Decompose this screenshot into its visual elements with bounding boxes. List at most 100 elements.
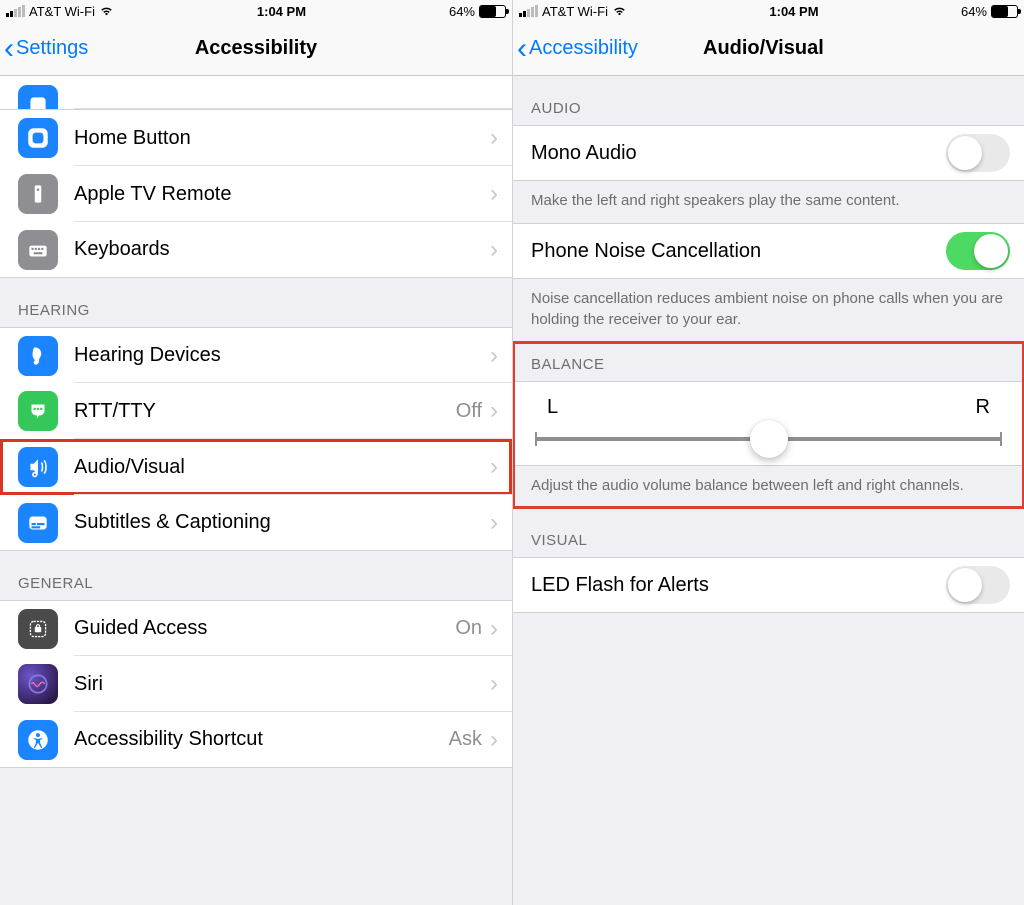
- row-label: Apple TV Remote: [74, 183, 490, 206]
- row-phone-noise-cancellation[interactable]: Phone Noise Cancellation: [513, 223, 1024, 279]
- footer-phone-noise: Noise cancellation reduces ambient noise…: [513, 279, 1024, 342]
- chevron-right-icon: ›: [490, 236, 498, 264]
- back-button[interactable]: ‹ Accessibility: [517, 34, 638, 64]
- audio-visual-icon: [18, 447, 58, 487]
- chevron-right-icon: ›: [490, 342, 498, 370]
- balance-left-label: L: [547, 396, 558, 419]
- toggle-led-flash[interactable]: [946, 566, 1010, 604]
- row-label: Subtitles & Captioning: [74, 511, 490, 534]
- chevron-left-icon: ‹: [4, 34, 14, 64]
- chevron-right-icon: ›: [490, 397, 498, 425]
- row-label: Keyboards: [74, 238, 490, 261]
- row-label: Hearing Devices: [74, 344, 490, 367]
- row-truncated[interactable]: [0, 76, 512, 110]
- nav-bar: ‹ Accessibility Audio/Visual: [513, 22, 1024, 76]
- balance-slider[interactable]: [535, 437, 1002, 441]
- row-siri[interactable]: Siri ›: [0, 656, 512, 712]
- guided-access-icon: [18, 609, 58, 649]
- phone-audio-visual: AT&T Wi-Fi 1:04 PM 64% ‹ Accessibility A…: [512, 0, 1024, 905]
- home-button-icon: [18, 118, 58, 158]
- row-led-flash[interactable]: LED Flash for Alerts: [513, 557, 1024, 613]
- row-guided-access[interactable]: Guided Access On ›: [0, 600, 512, 656]
- row-apple-tv-remote[interactable]: Apple TV Remote ›: [0, 166, 512, 222]
- keyboard-icon: [18, 230, 58, 270]
- row-label: Home Button: [74, 127, 490, 150]
- chevron-right-icon: ›: [490, 615, 498, 643]
- row-keyboards[interactable]: Keyboards ›: [0, 222, 512, 278]
- scroll-content[interactable]: AUDIO Mono Audio Make the left and right…: [513, 76, 1024, 905]
- battery-icon: [991, 5, 1018, 18]
- status-time: 1:04 PM: [769, 4, 818, 19]
- carrier-label: AT&T Wi-Fi: [542, 4, 608, 19]
- row-balance: L R: [513, 381, 1024, 466]
- section-header-hearing: HEARING: [0, 278, 512, 327]
- status-time: 1:04 PM: [257, 4, 306, 19]
- footer-balance: Adjust the audio volume balance between …: [513, 466, 1024, 508]
- status-bar: AT&T Wi-Fi 1:04 PM 64%: [0, 0, 512, 22]
- section-header-general: GENERAL: [0, 551, 512, 600]
- row-label: Accessibility Shortcut: [74, 728, 449, 751]
- back-button[interactable]: ‹ Settings: [4, 34, 88, 64]
- status-bar: AT&T Wi-Fi 1:04 PM 64%: [513, 0, 1024, 22]
- generic-icon: [18, 85, 58, 110]
- row-rtt-tty[interactable]: RTT/TTY Off ›: [0, 383, 512, 439]
- phone-accessibility: AT&T Wi-Fi 1:04 PM 64% ‹ Settings Access…: [0, 0, 512, 905]
- row-value: Off: [456, 400, 482, 423]
- row-subtitles[interactable]: Subtitles & Captioning ›: [0, 495, 512, 551]
- row-mono-audio[interactable]: Mono Audio: [513, 125, 1024, 181]
- chevron-right-icon: ›: [490, 509, 498, 537]
- section-header-balance: BALANCE: [513, 342, 1024, 381]
- chevron-right-icon: ›: [490, 124, 498, 152]
- toggle-mono-audio[interactable]: [946, 134, 1010, 172]
- battery-icon: [479, 5, 506, 18]
- signal-icon: [519, 6, 538, 17]
- footer-mono-audio: Make the left and right speakers play th…: [513, 181, 1024, 223]
- chevron-right-icon: ›: [490, 670, 498, 698]
- apple-tv-remote-icon: [18, 174, 58, 214]
- toggle-phone-noise[interactable]: [946, 232, 1010, 270]
- balance-section-highlight: BALANCE L R Adjust the audio volume bala…: [513, 342, 1024, 508]
- row-value: On: [455, 617, 482, 640]
- siri-icon: [18, 664, 58, 704]
- signal-icon: [6, 6, 25, 17]
- page-title: Audio/Visual: [703, 37, 824, 60]
- section-header-visual: VISUAL: [513, 508, 1024, 557]
- back-label: Accessibility: [529, 37, 638, 60]
- row-audio-visual[interactable]: Audio/Visual ›: [0, 439, 512, 495]
- chevron-left-icon: ‹: [517, 34, 527, 64]
- rtt-tty-icon: [18, 391, 58, 431]
- row-label: LED Flash for Alerts: [531, 574, 946, 597]
- status-right: 64%: [449, 4, 506, 19]
- chevron-right-icon: ›: [490, 726, 498, 754]
- subtitles-icon: [18, 503, 58, 543]
- row-label: Audio/Visual: [74, 456, 490, 479]
- chevron-right-icon: ›: [490, 180, 498, 208]
- nav-bar: ‹ Settings Accessibility: [0, 22, 512, 76]
- page-title: Accessibility: [195, 37, 317, 60]
- row-label: RTT/TTY: [74, 400, 456, 423]
- section-header-audio: AUDIO: [513, 76, 1024, 125]
- row-accessibility-shortcut[interactable]: Accessibility Shortcut Ask ›: [0, 712, 512, 768]
- status-left: AT&T Wi-Fi: [519, 4, 627, 19]
- balance-labels: L R: [547, 396, 990, 419]
- wifi-icon: [612, 5, 627, 17]
- slider-knob[interactable]: [750, 420, 788, 458]
- battery-percent: 64%: [449, 4, 475, 19]
- accessibility-shortcut-icon: [18, 720, 58, 760]
- scroll-content[interactable]: Home Button › Apple TV Remote › Keyboard…: [0, 76, 512, 905]
- ear-icon: [18, 336, 58, 376]
- battery-percent: 64%: [961, 4, 987, 19]
- row-label: Guided Access: [74, 617, 455, 640]
- row-label: Phone Noise Cancellation: [531, 240, 946, 263]
- back-label: Settings: [16, 37, 88, 60]
- balance-right-label: R: [976, 396, 990, 419]
- status-right: 64%: [961, 4, 1018, 19]
- carrier-label: AT&T Wi-Fi: [29, 4, 95, 19]
- status-left: AT&T Wi-Fi: [6, 4, 114, 19]
- row-value: Ask: [449, 728, 482, 751]
- row-label: Mono Audio: [531, 142, 946, 165]
- wifi-icon: [99, 5, 114, 17]
- row-hearing-devices[interactable]: Hearing Devices ›: [0, 327, 512, 383]
- row-home-button[interactable]: Home Button ›: [0, 110, 512, 166]
- chevron-right-icon: ›: [490, 453, 498, 481]
